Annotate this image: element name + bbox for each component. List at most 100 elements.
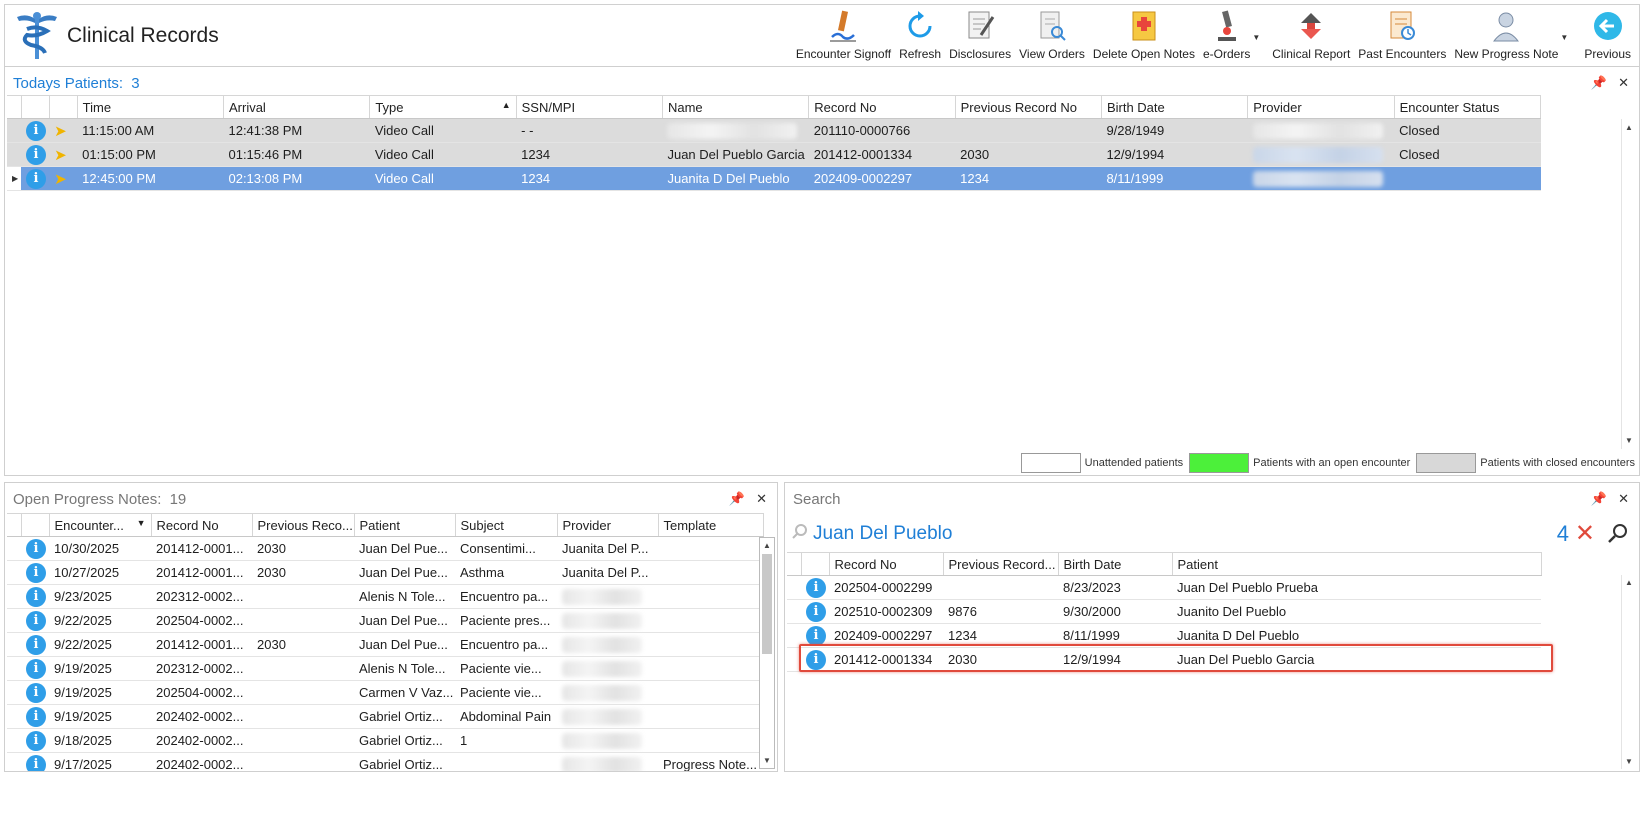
- view-orders-button[interactable]: View Orders: [1015, 7, 1089, 61]
- column-header-record-no[interactable]: Record No: [151, 513, 253, 537]
- info-icon[interactable]: i: [26, 168, 47, 189]
- table-row[interactable]: i 202504-0002299 8/23/2023 Juan Del Pueblo …: [787, 575, 1541, 600]
- redacted-provider: [562, 732, 642, 749]
- info-icon[interactable]: i: [806, 625, 826, 646]
- scroll-thumb[interactable]: [762, 554, 772, 654]
- scroll-up-icon[interactable]: ▲: [763, 541, 771, 550]
- search-icon: [792, 524, 807, 539]
- vertical-scrollbar[interactable]: ▲ ▼: [759, 537, 775, 769]
- vertical-scrollbar[interactable]: ▲ ▼: [1621, 575, 1637, 769]
- table-row[interactable]: i 9/22/2025 202504-0002... Juan Del Pue... P…: [7, 608, 763, 633]
- info-icon[interactable]: i: [26, 144, 47, 165]
- legend-swatch-closed: [1416, 453, 1477, 473]
- column-header-encounter[interactable]: Encounter... ▼: [49, 513, 152, 537]
- column-header-provider[interactable]: Provider: [1247, 95, 1395, 119]
- info-icon[interactable]: i: [26, 754, 46, 771]
- sort-asc-icon: ▲: [501, 99, 511, 110]
- column-header-birth-date[interactable]: Birth Date: [1101, 95, 1249, 119]
- table-row[interactable]: i 9/17/2025 202402-0002... Gabriel Ortiz...…: [7, 752, 763, 771]
- column-header-ssn[interactable]: SSN/MPI: [516, 95, 663, 119]
- column-header-previous-record[interactable]: Previous Reco...: [252, 513, 355, 537]
- video-call-icon: ➤: [54, 122, 67, 140]
- column-header-record-no[interactable]: Record No: [808, 95, 956, 119]
- scroll-up-icon[interactable]: ▲: [1625, 123, 1633, 132]
- table-row[interactable]: i 9/23/2025 202312-0002... Alenis N Tole...…: [7, 584, 763, 609]
- scroll-down-icon[interactable]: ▼: [1625, 757, 1633, 766]
- refresh-button[interactable]: Refresh: [895, 7, 945, 61]
- delete-open-notes-button[interactable]: Delete Open Notes: [1089, 7, 1199, 61]
- table-row[interactable]: i 202510-0002309 9876 9/30/2000 Juanito Del …: [787, 599, 1541, 624]
- table-row[interactable]: i 10/30/2025 201412-0001... 2030 Juan Del Pu…: [7, 536, 763, 561]
- pin-icon[interactable]: 📌: [729, 491, 745, 507]
- scroll-down-icon[interactable]: ▼: [763, 756, 771, 765]
- column-header-arrival[interactable]: Arrival: [223, 95, 371, 119]
- info-icon[interactable]: i: [806, 601, 826, 622]
- column-header-patient[interactable]: Patient: [1172, 552, 1542, 576]
- info-icon[interactable]: i: [26, 586, 46, 607]
- column-header-previous-record[interactable]: Previous Record...: [943, 552, 1059, 576]
- table-header: Time Arrival Type ▲ SSN/MPI Name Record N…: [7, 95, 1542, 119]
- previous-button[interactable]: Previous: [1580, 7, 1635, 61]
- close-icon[interactable]: ✕: [1618, 75, 1629, 91]
- highlight-box: [799, 644, 1553, 672]
- column-header-previous-record[interactable]: Previous Record No: [955, 95, 1102, 119]
- scroll-up-icon[interactable]: ▲: [1625, 578, 1633, 587]
- pin-icon[interactable]: 📌: [1591, 75, 1607, 91]
- info-icon[interactable]: i: [26, 538, 46, 559]
- info-icon[interactable]: i: [26, 562, 46, 583]
- table-row[interactable]: i ➤ 11:15:00 AM 12:41:38 PM Video Call -…: [7, 118, 1541, 143]
- close-icon[interactable]: ✕: [756, 491, 767, 507]
- todays-patients-table: Time Arrival Type ▲ SSN/MPI Name Record N…: [7, 95, 1542, 191]
- redacted-provider: [562, 636, 642, 653]
- redacted-provider: [562, 612, 642, 629]
- e-orders-dropdown-icon[interactable]: ▼: [1252, 33, 1260, 42]
- encounter-signoff-button[interactable]: Encounter Signoff: [792, 7, 895, 61]
- column-header-time[interactable]: Time: [77, 95, 224, 119]
- clinical-report-button[interactable]: Clinical Report: [1268, 7, 1354, 61]
- table-row[interactable]: i 9/19/2025 202402-0002... Gabriel Ortiz...…: [7, 704, 763, 729]
- table-row[interactable]: i 9/22/2025 201412-0001... 2030 Juan Del Pue…: [7, 632, 763, 657]
- column-header-name[interactable]: Name: [662, 95, 810, 119]
- search-query-input[interactable]: Juan Del Pueblo: [813, 523, 952, 545]
- column-header-birth-date[interactable]: Birth Date: [1058, 552, 1173, 576]
- info-icon[interactable]: i: [26, 730, 46, 751]
- info-icon[interactable]: i: [26, 658, 46, 679]
- close-icon[interactable]: ✕: [1618, 491, 1629, 507]
- redacted-name: [667, 122, 798, 139]
- info-icon[interactable]: i: [26, 682, 46, 703]
- table-row-selected[interactable]: ▶ i ➤ 12:45:00 PM 02:13:08 PM Video Call…: [7, 166, 1541, 191]
- table-row[interactable]: i 9/19/2025 202312-0002... Alenis N Tole...…: [7, 656, 763, 681]
- clear-search-icon[interactable]: ✕: [1575, 519, 1595, 548]
- column-header-template[interactable]: Template: [658, 513, 764, 537]
- info-icon[interactable]: i: [26, 706, 46, 727]
- row-indicator-icon: ▶: [7, 166, 22, 191]
- app-header: Clinical Records Encounter Signoff Refre…: [4, 4, 1640, 66]
- e-orders-button[interactable]: e-Orders: [1199, 7, 1254, 61]
- table-row[interactable]: i 9/18/2025 202402-0002... Gabriel Ortiz...…: [7, 728, 763, 753]
- table-row[interactable]: i ➤ 01:15:00 PM 01:15:46 PM Video Call 1…: [7, 142, 1541, 167]
- past-encounters-icon: [1390, 11, 1416, 40]
- column-header-subject[interactable]: Subject: [455, 513, 558, 537]
- past-encounters-button[interactable]: Past Encounters: [1354, 7, 1450, 61]
- vertical-scrollbar[interactable]: ▲ ▼: [1621, 119, 1637, 449]
- redacted-provider: [562, 588, 642, 605]
- notes-count: 19: [169, 491, 187, 508]
- info-icon[interactable]: i: [806, 577, 826, 598]
- disclosures-button[interactable]: Disclosures: [945, 7, 1015, 61]
- column-header-patient[interactable]: Patient: [354, 513, 456, 537]
- table-row[interactable]: i 10/27/2025 201412-0001... 2030 Juan Del Pu…: [7, 560, 763, 585]
- column-header-type[interactable]: Type ▲: [369, 95, 517, 119]
- new-progress-note-button[interactable]: New Progress Note: [1450, 7, 1562, 61]
- column-header-status[interactable]: Encounter Status: [1394, 95, 1542, 119]
- scroll-down-icon[interactable]: ▼: [1625, 436, 1633, 445]
- pin-icon[interactable]: 📌: [1591, 491, 1607, 507]
- progress-note-dropdown-icon[interactable]: ▼: [1560, 33, 1568, 42]
- info-icon[interactable]: i: [26, 610, 46, 631]
- column-header-provider[interactable]: Provider: [557, 513, 659, 537]
- column-header-record-no[interactable]: Record No: [829, 552, 944, 576]
- table-row[interactable]: i 9/19/2025 202504-0002... Carmen V Vaz... P…: [7, 680, 763, 705]
- info-icon[interactable]: i: [26, 120, 47, 141]
- search-button-icon[interactable]: [1607, 523, 1629, 545]
- redacted-provider: [562, 684, 642, 701]
- info-icon[interactable]: i: [26, 634, 46, 655]
